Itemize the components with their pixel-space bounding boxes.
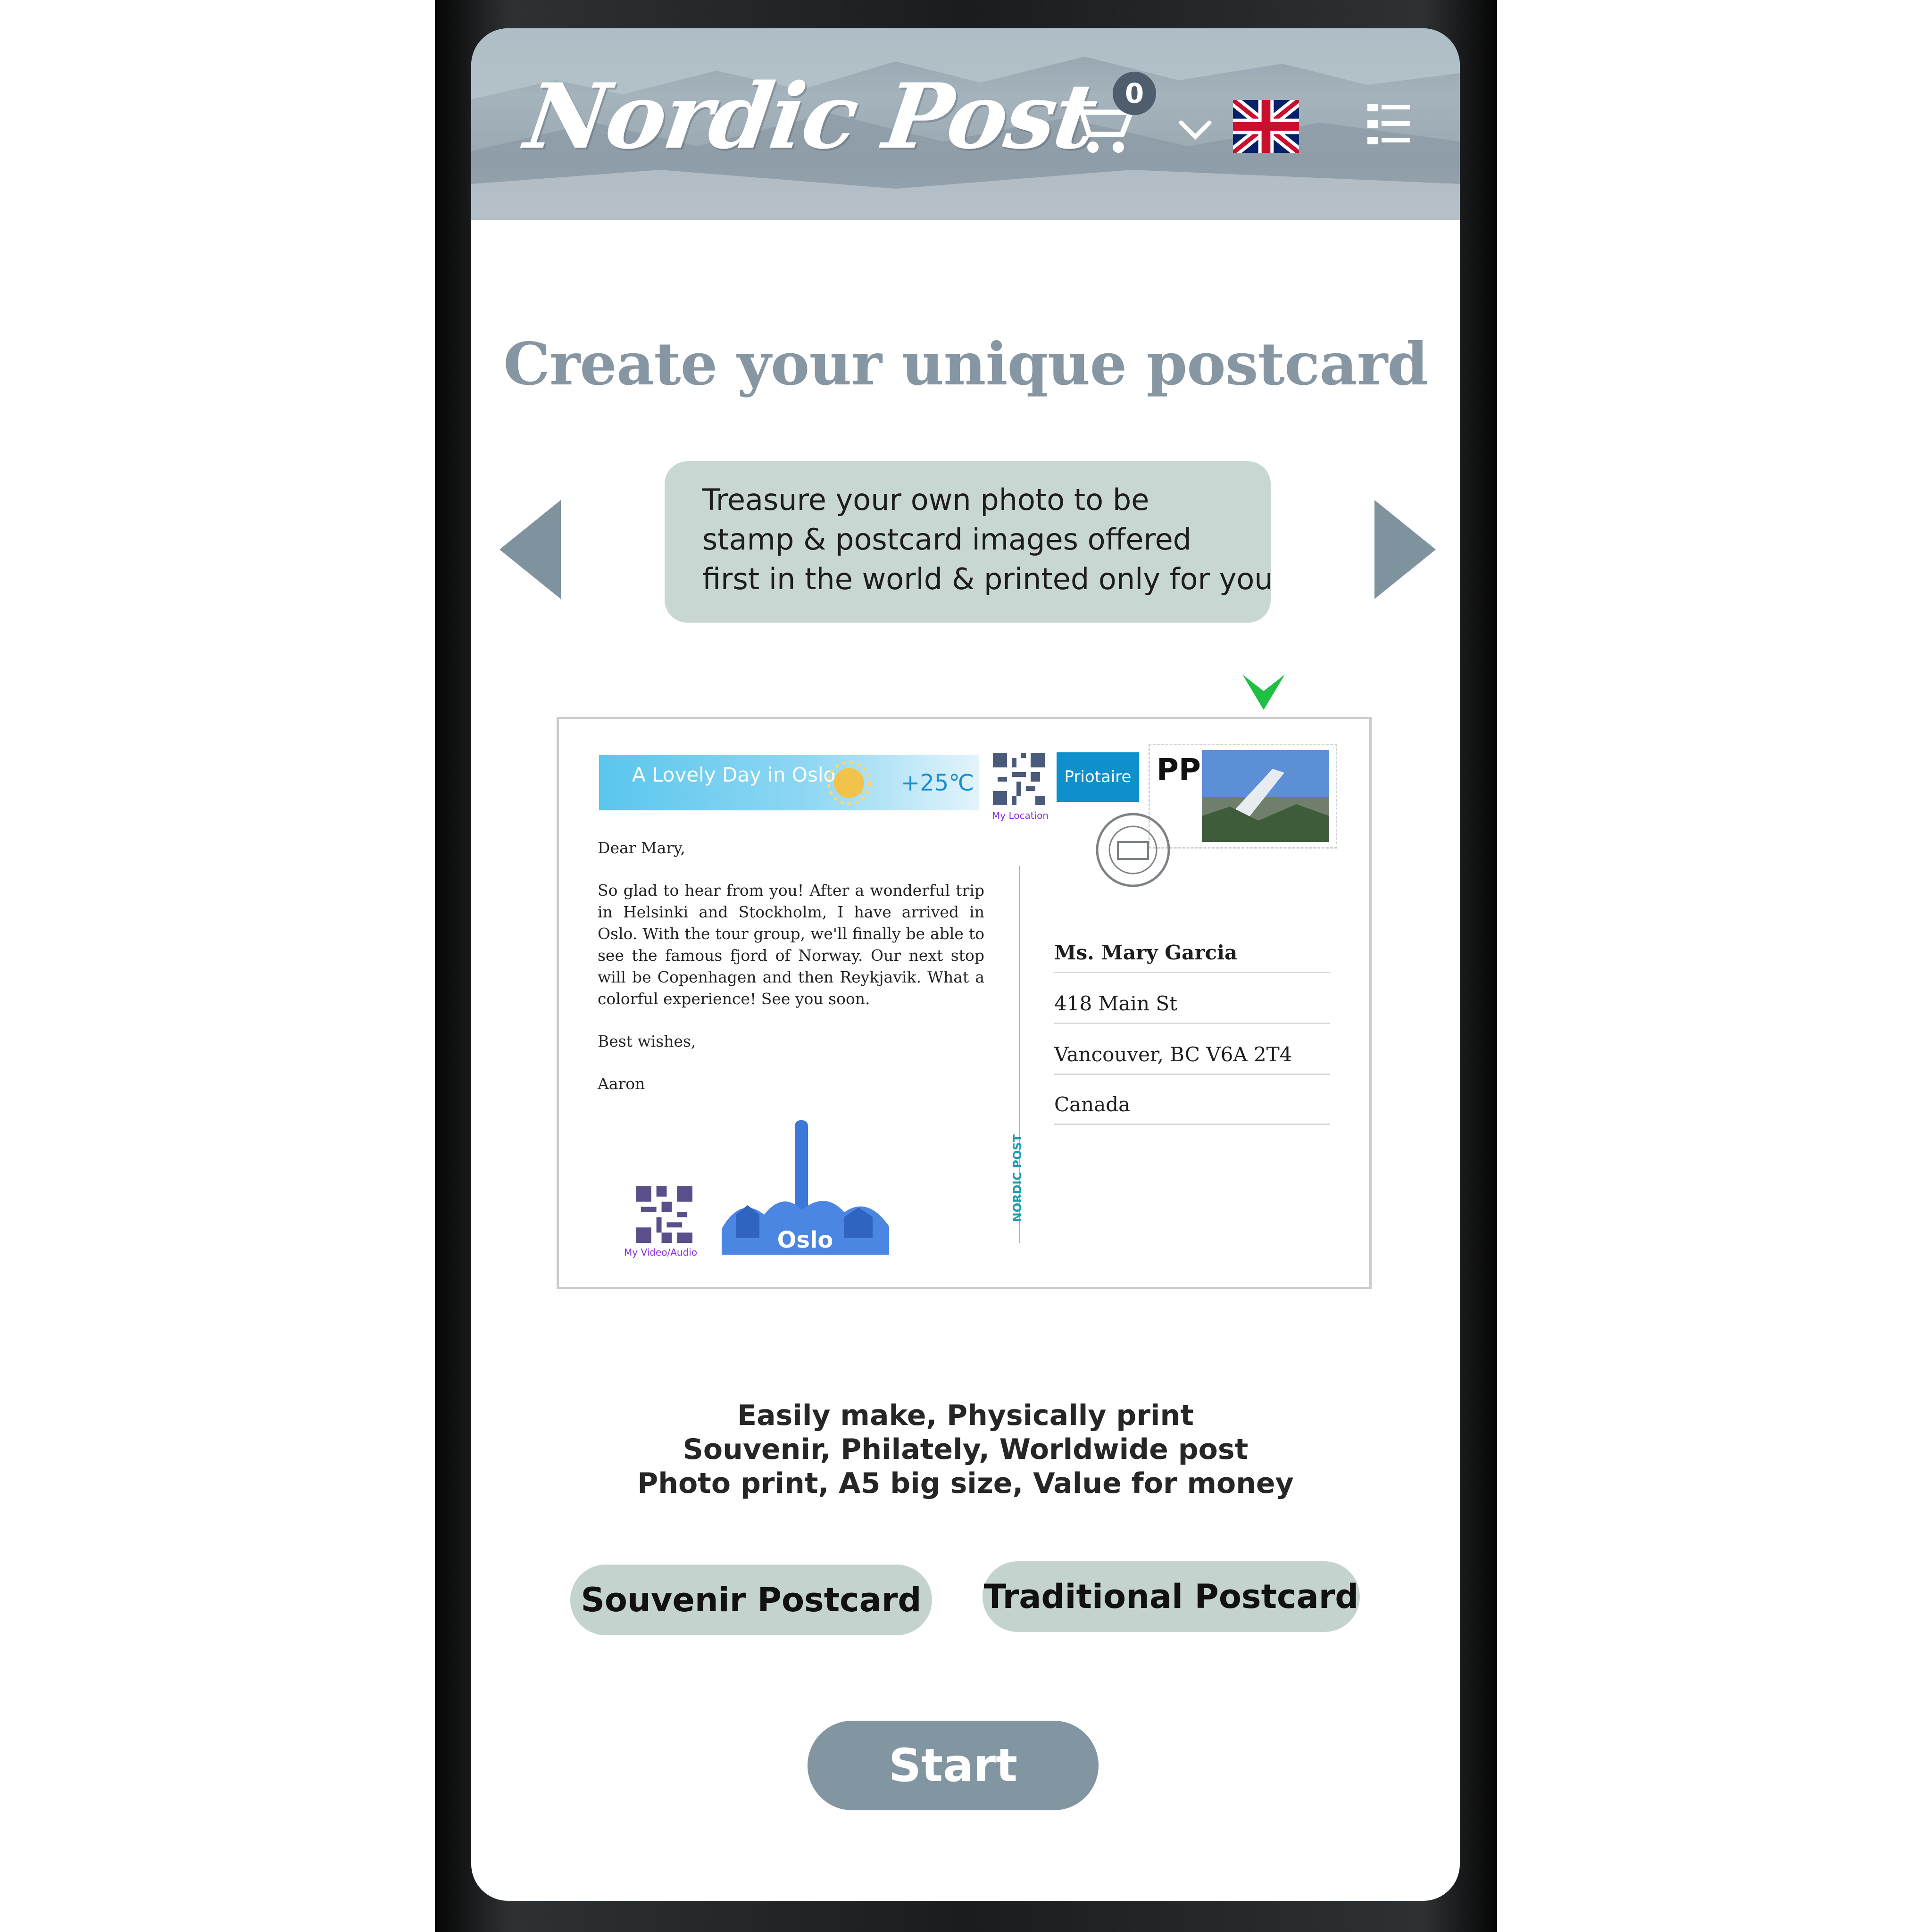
recipient-street: 418 Main St	[1054, 992, 1178, 1015]
address-line	[1054, 1074, 1330, 1075]
feature-line: Photo print, A5 big size, Value for mone…	[637, 1467, 1294, 1500]
menu-icon[interactable]	[1360, 94, 1417, 156]
stamp: PP	[1149, 744, 1337, 849]
location-label: My Location	[992, 810, 1049, 821]
traditional-postcard-button[interactable]: Traditional Postcard	[983, 1561, 1360, 1632]
recipient-name: Ms. Mary Garcia	[1054, 941, 1238, 964]
letter-closing: Best wishes,	[598, 1032, 696, 1050]
priority-label: Priotaire	[1057, 752, 1139, 802]
green-chevron-down-icon	[1242, 675, 1285, 710]
cart-count-badge: 0	[1113, 72, 1156, 115]
location-qr-code-icon	[993, 753, 1045, 805]
address-line	[1054, 1023, 1330, 1024]
letter-text: Dear Mary, So glad to hear from you! Aft…	[598, 837, 984, 1116]
address-line	[1054, 972, 1330, 973]
letter-body: So glad to hear from you! After a wonder…	[598, 881, 984, 1008]
header: Nordic Post 0	[471, 28, 1460, 220]
start-button[interactable]: Start	[808, 1721, 1099, 1810]
carousel-line: first in the world & printed only for yo…	[702, 562, 1273, 596]
recipient-city: Vancouver, BC V6A 2T4	[1054, 1043, 1292, 1066]
uk-flag-icon[interactable]	[1233, 100, 1299, 153]
video-qr-code-icon	[636, 1186, 692, 1243]
feature-line: Souvenir, Philately, Worldwide post	[683, 1433, 1249, 1466]
feature-line: Easily make, Physically print	[737, 1399, 1194, 1432]
banner-title: A Lovely Day in Oslo	[632, 763, 836, 786]
oslo-skyline-illustration: Oslo	[722, 1120, 889, 1255]
page-title: Create your unique postcard	[503, 330, 1428, 399]
carousel-prev-arrow-icon[interactable]	[497, 495, 561, 604]
carousel-line: stamp & postcard images offered	[702, 522, 1192, 557]
chevron-down-icon[interactable]	[1176, 116, 1214, 144]
carousel-message-bubble: Treasure your own photo to be stamp & po…	[665, 461, 1273, 623]
oslo-label: Oslo	[777, 1227, 833, 1253]
letter-signature: Aaron	[598, 1074, 645, 1093]
address-line	[1054, 1124, 1330, 1125]
carousel-line: Treasure your own photo to be	[702, 483, 1149, 517]
postcard-preview[interactable]: A Lovely Day in Oslo +25℃ My Location Pr…	[557, 717, 1372, 1289]
souvenir-postcard-button[interactable]: Souvenir Postcard	[570, 1565, 932, 1635]
video-label: My Video/Audio	[624, 1247, 698, 1258]
logo[interactable]: Nordic Post	[519, 64, 1101, 169]
features-list: Easily make, Physically print Souvenir, …	[471, 1399, 1460, 1500]
stamp-photo	[1202, 750, 1329, 842]
stamp-label: PP	[1157, 753, 1201, 788]
sun-icon	[827, 761, 871, 805]
postmark-icon	[1096, 813, 1170, 887]
recipient-country: Canada	[1054, 1093, 1131, 1116]
banner-temperature: +25℃	[901, 770, 974, 796]
brand-vertical-text: NORDIC POST	[1011, 1134, 1024, 1222]
carousel-next-arrow-icon[interactable]	[1374, 495, 1438, 604]
app-screen: Nordic Post 0 Create your unique postcar…	[471, 28, 1460, 1901]
letter-greeting: Dear Mary,	[598, 839, 685, 857]
postcard-banner: A Lovely Day in Oslo +25℃	[599, 755, 979, 810]
